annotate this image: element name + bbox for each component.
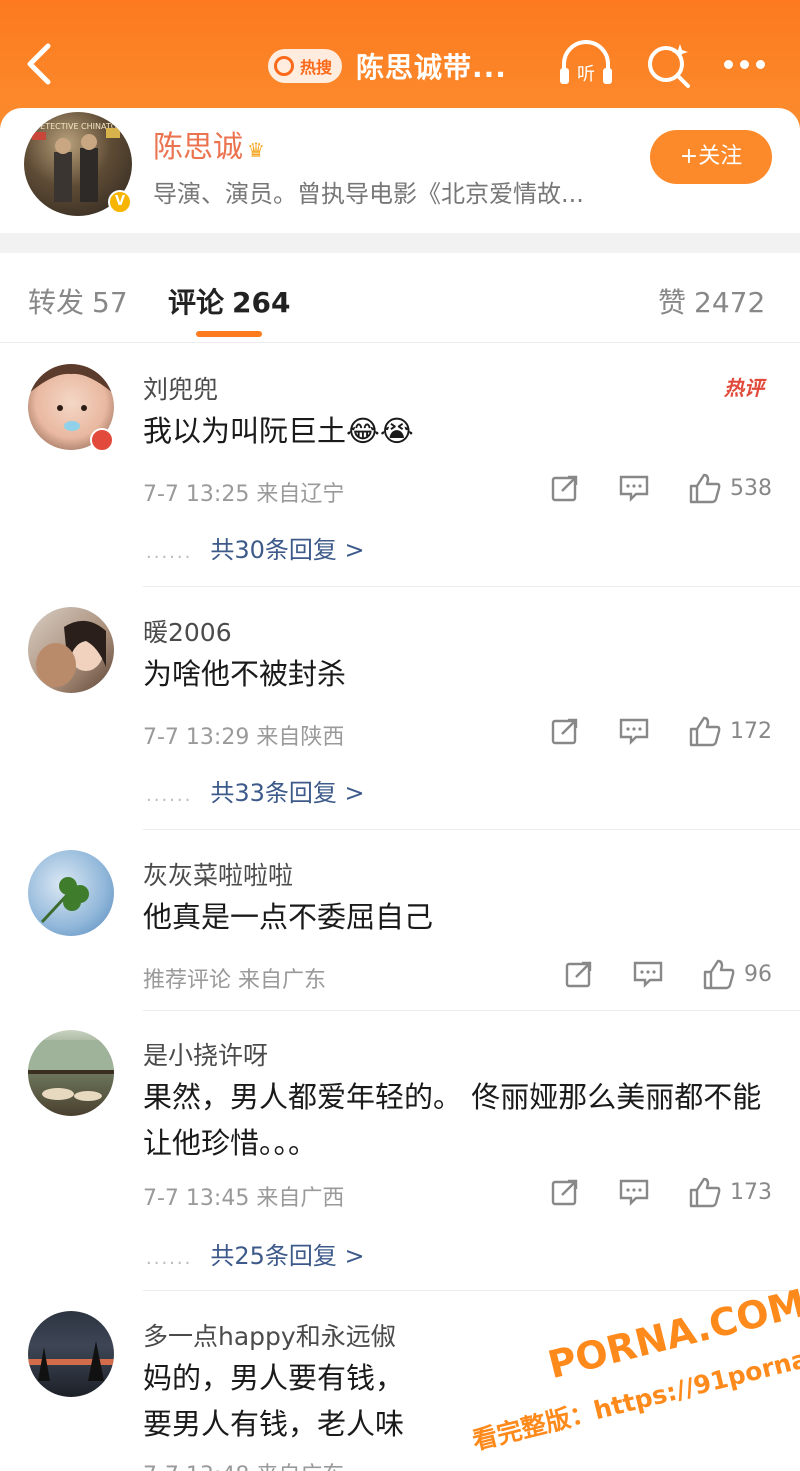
replies-count: 共33条回复 > bbox=[210, 779, 365, 807]
comment-actions: 96 bbox=[564, 958, 772, 990]
tab-count: 2472 bbox=[694, 286, 766, 319]
tab-comments[interactable]: 评论 264 bbox=[168, 281, 290, 321]
tab-count: 57 bbox=[92, 286, 128, 319]
like-count: 96 bbox=[744, 961, 772, 987]
share-icon[interactable] bbox=[550, 473, 580, 503]
active-tab-indicator bbox=[196, 331, 262, 337]
like-button[interactable]: 96 bbox=[702, 958, 772, 990]
like-button[interactable]: 538 bbox=[688, 472, 772, 504]
follow-button[interactable]: +关注 bbox=[650, 130, 772, 184]
tab-reposts[interactable]: 转发 57 bbox=[28, 281, 128, 321]
tab-bar: 转发 57 评论 264 赞 2472 bbox=[0, 253, 800, 343]
hot-search-badge: 热搜 bbox=[268, 49, 343, 83]
divider bbox=[143, 829, 800, 830]
hot-comment-tag: 热评 bbox=[724, 376, 764, 400]
comment-time: 7-7 13:29 bbox=[143, 725, 250, 750]
user-avatar[interactable] bbox=[28, 850, 114, 936]
comment-location: 来自陕西 bbox=[256, 725, 345, 750]
author-name[interactable]: 陈思诚 ♛ bbox=[153, 122, 265, 166]
share-icon[interactable] bbox=[550, 1177, 580, 1207]
comment-meta: 7-7 13:29 来自陕西 bbox=[143, 719, 344, 751]
tab-likes[interactable]: 赞 2472 bbox=[658, 281, 765, 321]
comment-meta: 推荐评论 来自广东 bbox=[143, 962, 326, 994]
search-icon bbox=[274, 56, 294, 76]
view-replies-link[interactable]: ...... 共33条回复 > bbox=[146, 773, 365, 808]
like-count: 172 bbox=[730, 718, 772, 744]
like-button[interactable]: 173 bbox=[688, 1176, 772, 1208]
user-avatar[interactable] bbox=[28, 607, 114, 693]
hot-search-topic[interactable]: 热搜 陈思诚带... bbox=[268, 46, 507, 86]
thumbs-up-icon bbox=[689, 1177, 721, 1208]
divider bbox=[143, 586, 800, 587]
comment-username[interactable]: 暖2006 bbox=[143, 613, 232, 649]
like-button[interactable]: 172 bbox=[688, 715, 772, 747]
comment-text: 果然，男人都爱年轻的。 佟丽娅那么美丽都不能让他珍惜。。。 bbox=[143, 1080, 762, 1160]
author-bio: 导演、演员。曾执导电影《北京爱情故... bbox=[153, 180, 584, 208]
section-gap bbox=[0, 233, 800, 253]
like-count: 538 bbox=[730, 475, 772, 501]
dot bbox=[740, 59, 749, 69]
comment-text: 为啥他不被封杀 bbox=[143, 657, 347, 691]
comment-username[interactable]: 是小挠许呀 bbox=[143, 1036, 268, 1072]
tab-label: 转发 bbox=[28, 286, 85, 319]
comment-icon[interactable] bbox=[618, 1177, 650, 1207]
recommended-label: 推荐评论 bbox=[143, 968, 232, 993]
tab-label: 赞 bbox=[658, 286, 687, 319]
share-icon[interactable] bbox=[550, 716, 580, 746]
comment-icon[interactable] bbox=[618, 473, 650, 503]
comment-meta: 7-7 13:45 来自广西 bbox=[143, 1180, 344, 1212]
user-avatar[interactable] bbox=[28, 1311, 114, 1397]
dots-divider: ...... bbox=[146, 1248, 193, 1269]
comment-username[interactable]: 灰灰菜啦啦啦 bbox=[143, 856, 293, 892]
headphones-icon[interactable]: 听 bbox=[556, 40, 616, 90]
thumbs-up-icon bbox=[689, 473, 721, 504]
hot-search-label: 热搜 bbox=[300, 58, 333, 77]
view-replies-link[interactable]: ...... 共25条回复 > bbox=[146, 1236, 365, 1271]
comment-username[interactable]: 多一点happy和永远俶 bbox=[143, 1317, 396, 1353]
comment-time: 7-7 13:45 bbox=[143, 1186, 250, 1211]
dot bbox=[756, 59, 765, 69]
comment-text: 他真是一点不委屈自己 bbox=[143, 900, 434, 934]
user-avatar[interactable] bbox=[28, 1030, 114, 1116]
verified-badge-icon: V bbox=[108, 190, 132, 214]
share-icon[interactable] bbox=[564, 959, 594, 989]
comment-location: 来自广西 bbox=[256, 1186, 345, 1211]
more-dots-icon[interactable] bbox=[724, 52, 772, 76]
divider bbox=[143, 1010, 800, 1011]
user-badge-icon bbox=[90, 428, 114, 452]
author-card[interactable]: DETECTIVE CHINATOWN V 陈思诚 ♛ 导演、演员。曾执导电影《北… bbox=[0, 108, 800, 233]
comment-location: 来自辽宁 bbox=[256, 482, 345, 507]
comment-text: 我以为叫阮巨土😂😭 bbox=[143, 414, 414, 448]
crown-icon: ♛ bbox=[247, 138, 265, 162]
back-chevron-icon[interactable] bbox=[20, 40, 60, 88]
tab-label: 评论 bbox=[168, 286, 225, 319]
comment-meta: 7-7 13:48 来自广东 bbox=[143, 1457, 344, 1471]
dots-divider: ...... bbox=[146, 542, 193, 563]
divider bbox=[143, 1290, 800, 1291]
topic-title: 陈思诚带... bbox=[356, 51, 507, 84]
comment-actions: 172 bbox=[550, 715, 772, 747]
tab-count: 264 bbox=[232, 286, 291, 319]
search-sparkle-icon[interactable] bbox=[644, 40, 692, 90]
thumbs-up-icon bbox=[703, 959, 735, 990]
thumbs-up-icon bbox=[689, 716, 721, 747]
comment-icon[interactable] bbox=[618, 716, 650, 746]
comment-actions: 173 bbox=[550, 1176, 772, 1208]
comment-actions: 538 bbox=[550, 472, 772, 504]
dots-divider: ...... bbox=[146, 785, 193, 806]
like-count: 173 bbox=[730, 1179, 772, 1205]
comment-location: 来自广东 bbox=[238, 968, 327, 993]
dot bbox=[724, 59, 733, 69]
listen-label: 听 bbox=[577, 64, 595, 85]
replies-count: 共30条回复 > bbox=[210, 536, 365, 564]
comment-username[interactable]: 刘兜兜 bbox=[143, 370, 218, 406]
replies-count: 共25条回复 > bbox=[210, 1242, 365, 1270]
comment-meta: 7-7 13:25 来自辽宁 bbox=[143, 476, 344, 508]
comment-time: 7-7 13:25 bbox=[143, 482, 250, 507]
comment-icon[interactable] bbox=[632, 959, 664, 989]
view-replies-link[interactable]: ...... 共30条回复 > bbox=[146, 530, 365, 565]
author-name-text: 陈思诚 bbox=[153, 130, 243, 165]
